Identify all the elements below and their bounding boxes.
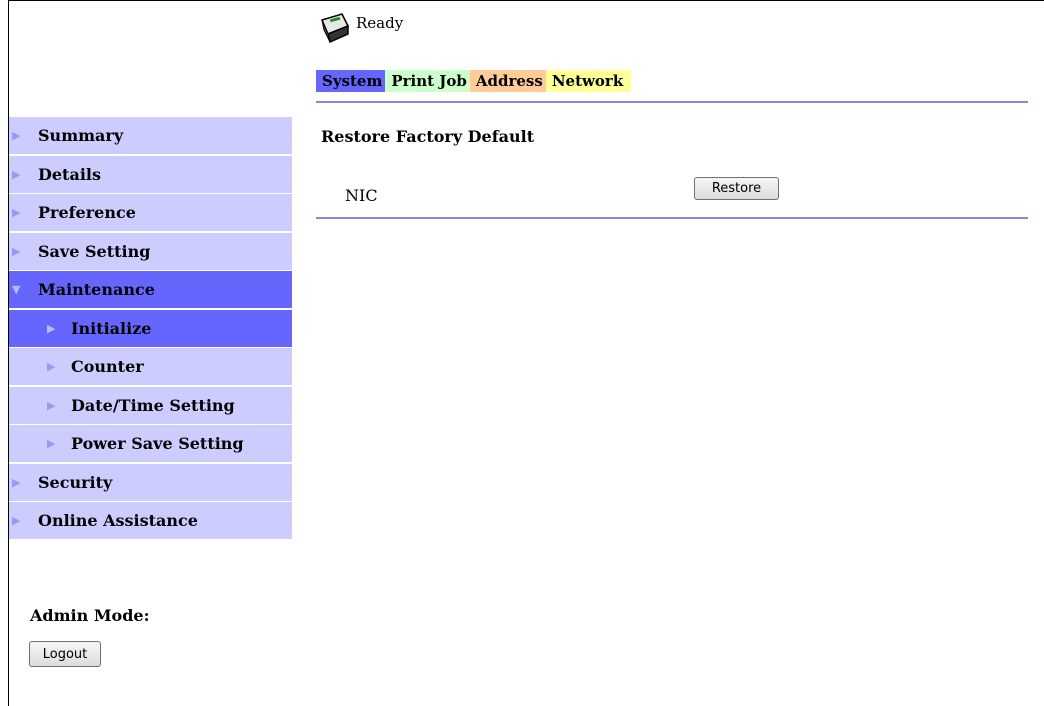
triangle-right-icon: ▶ xyxy=(12,129,21,142)
logout-button[interactable]: Logout xyxy=(29,641,101,667)
sidebar-item-label: Online Assistance xyxy=(38,511,198,530)
sidebar-item-label: Details xyxy=(38,164,101,184)
sidebar-item-security[interactable]: ▶ Security xyxy=(9,463,292,501)
triangle-right-icon: ▶ xyxy=(12,514,21,527)
top-divider xyxy=(316,101,1028,103)
triangle-right-icon: ▶ xyxy=(12,244,21,258)
triangle-right-icon: ▶ xyxy=(47,437,56,450)
triangle-right-icon: ▶ xyxy=(12,206,21,219)
sidebar-item-label: Counter xyxy=(71,357,144,376)
sidebar-item-label: Summary xyxy=(38,126,124,145)
tab-network[interactable]: Network xyxy=(545,70,632,92)
status-bar: Ready xyxy=(318,10,403,50)
tab-bar: System Print Job Address Network xyxy=(316,70,632,92)
nic-label: NIC xyxy=(345,186,378,205)
sidebar-item-date-time-setting[interactable]: ▶ Date/Time Setting xyxy=(9,386,292,424)
sidebar-item-initialize[interactable]: ▶ Initialize xyxy=(9,309,292,347)
tab-system[interactable]: System xyxy=(316,70,386,92)
triangle-right-icon: ▶ xyxy=(12,167,21,181)
sidebar-item-preference[interactable]: ▶ Preference xyxy=(9,194,292,231)
sidebar-item-label: Preference xyxy=(38,203,136,222)
triangle-right-icon: ▶ xyxy=(47,398,56,412)
tab-address[interactable]: Address xyxy=(469,70,546,92)
sidebar-item-label: Power Save Setting xyxy=(71,434,244,453)
sidebar-item-power-save-setting[interactable]: ▶ Power Save Setting xyxy=(9,425,292,462)
sidebar-item-label: Date/Time Setting xyxy=(71,395,235,415)
sidebar-item-label: Save Setting xyxy=(38,241,151,261)
triangle-right-icon: ▶ xyxy=(12,475,21,489)
sidebar-item-details[interactable]: ▶ Details xyxy=(9,155,292,193)
sidebar-item-summary[interactable]: ▶ Summary xyxy=(9,117,292,154)
status-text: Ready xyxy=(356,14,404,32)
printer-icon xyxy=(320,13,350,44)
sidebar-item-label: Initialize xyxy=(71,318,152,338)
restore-button[interactable]: Restore xyxy=(694,177,779,200)
triangle-right-icon: ▶ xyxy=(47,321,56,335)
sidebar-item-label: Security xyxy=(38,472,113,492)
triangle-down-icon: ▼ xyxy=(12,283,21,296)
section-title: Restore Factory Default xyxy=(321,127,535,146)
admin-mode-label: Admin Mode: xyxy=(30,606,150,625)
sidebar-item-online-assistance[interactable]: ▶ Online Assistance xyxy=(9,502,292,539)
sidebar-item-save-setting[interactable]: ▶ Save Setting xyxy=(9,232,292,270)
sidebar: ▶ Summary ▶ Details ▶ Preference ▶ Save … xyxy=(9,117,292,541)
sidebar-item-maintenance[interactable]: ▼ Maintenance xyxy=(9,271,292,308)
bottom-divider xyxy=(316,217,1028,219)
sidebar-item-counter[interactable]: ▶ Counter xyxy=(9,348,292,385)
sidebar-item-label: Maintenance xyxy=(38,280,155,299)
triangle-right-icon: ▶ xyxy=(47,360,56,373)
tab-print-job[interactable]: Print Job xyxy=(385,70,470,92)
